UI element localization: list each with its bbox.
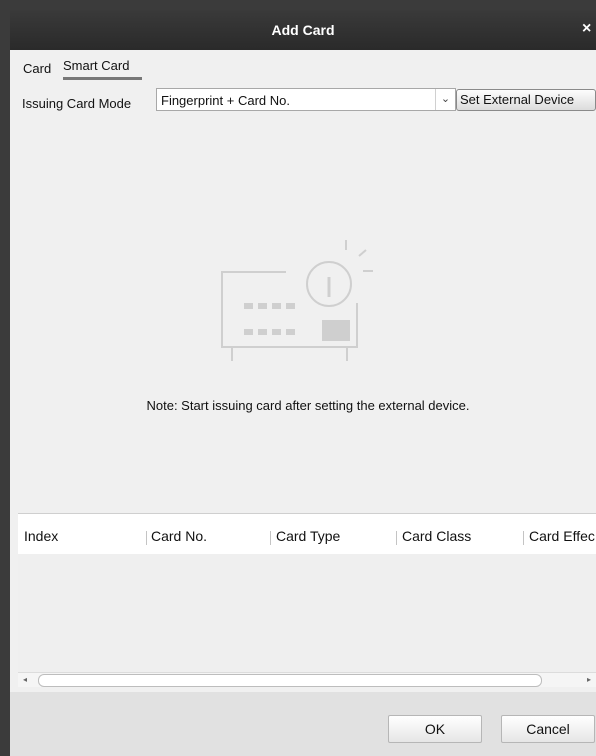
column-separator[interactable] — [396, 531, 397, 545]
column-header-card-effective[interactable]: Card Effec — [529, 528, 595, 544]
card-table-body[interactable] — [18, 554, 596, 672]
issuing-note: Note: Start issuing card after setting t… — [146, 398, 470, 413]
ok-button[interactable]: OK — [388, 715, 482, 743]
issuing-card-mode-label: Issuing Card Mode — [22, 96, 132, 111]
issuing-card-mode-value: Fingerprint + Card No. — [161, 93, 290, 108]
column-header-card-class[interactable]: Card Class — [402, 528, 471, 544]
column-header-index[interactable]: Index — [24, 528, 58, 544]
add-card-dialog: Add Card × Card Smart Card Issuing Card … — [10, 10, 596, 756]
table-header: Index Card No. Card Type Card Class Card… — [18, 513, 596, 555]
column-header-card-type[interactable]: Card Type — [276, 528, 340, 544]
chevron-down-icon[interactable]: ⌄ — [435, 89, 455, 110]
column-separator[interactable] — [146, 531, 147, 545]
set-external-device-button[interactable]: Set External Device — [456, 89, 596, 111]
title-bar[interactable]: Add Card × — [10, 10, 596, 50]
scroll-right-icon[interactable]: ▸ — [582, 673, 596, 687]
issuing-card-mode-select[interactable]: Fingerprint + Card No. ⌄ — [156, 88, 456, 111]
column-header-card-no[interactable]: Card No. — [151, 528, 207, 544]
dialog-title: Add Card — [271, 22, 335, 38]
card-reader-info-icon — [221, 240, 373, 361]
close-button[interactable]: × — [582, 19, 596, 39]
scroll-left-icon[interactable]: ◂ — [18, 673, 32, 687]
column-separator[interactable] — [270, 531, 271, 545]
tab-smart-card[interactable]: Smart Card — [63, 58, 129, 73]
cancel-button[interactable]: Cancel — [501, 715, 595, 743]
column-separator[interactable] — [523, 531, 524, 545]
horizontal-scrollbar[interactable]: ◂ ▸ — [18, 672, 596, 687]
scrollbar-thumb[interactable] — [38, 674, 542, 687]
selected-tab-indicator — [63, 77, 142, 80]
tab-card[interactable]: Card — [23, 61, 51, 76]
